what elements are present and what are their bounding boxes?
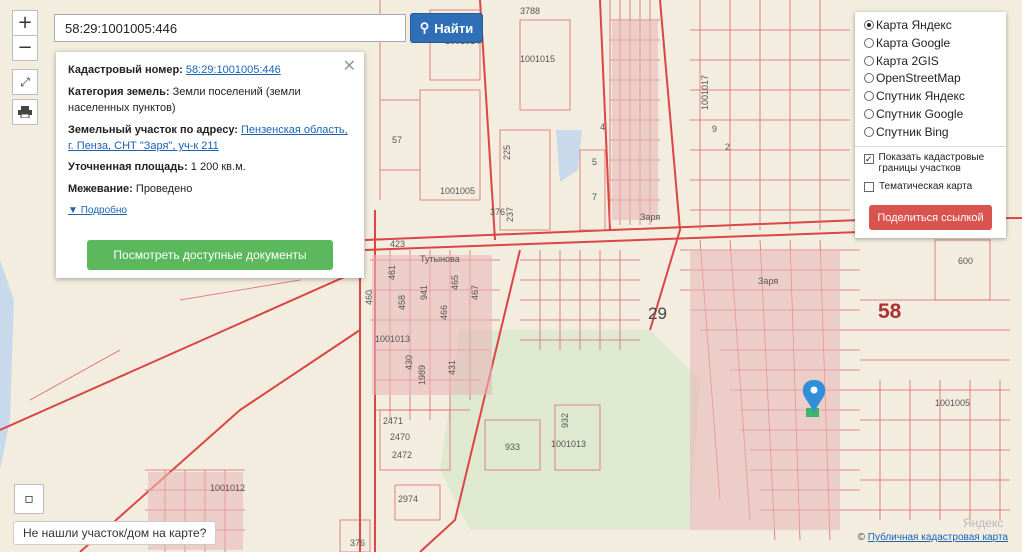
survey-value: Проведено (135, 183, 193, 195)
svg-text:466: 466 (439, 305, 449, 320)
svg-text:1989: 1989 (417, 365, 427, 385)
share-link-button[interactable]: Поделиться ссылкой (869, 205, 992, 230)
svg-text:2974: 2974 (398, 494, 418, 504)
zoom-in-button[interactable]: + (12, 10, 38, 36)
layer-bing-satellite[interactable]: Спутник Bing (864, 125, 949, 139)
not-found-help-button[interactable]: Не нашли участок/дом на карте? (13, 521, 217, 545)
checkbox-icon (864, 181, 874, 192)
svg-text:430: 430 (404, 355, 414, 370)
svg-text:57: 57 (392, 135, 402, 145)
thematic-map-checkbox[interactable]: Тематическая карта (864, 181, 972, 192)
svg-text:1001017: 1001017 (700, 75, 710, 110)
svg-text:Тутынова: Тутынова (420, 254, 460, 264)
svg-text:932: 932 (560, 413, 570, 428)
radio-icon (864, 56, 874, 66)
zoom-out-button[interactable]: − (12, 35, 38, 61)
svg-text:29: 29 (648, 304, 667, 323)
search-input[interactable] (54, 14, 406, 42)
svg-text:3788: 3788 (520, 6, 540, 16)
svg-text:7: 7 (592, 192, 597, 202)
radio-icon (864, 109, 874, 119)
svg-text:5: 5 (592, 157, 597, 167)
show-borders-checkbox[interactable]: ✓ Показать кадастровые границы участков (864, 152, 1000, 174)
area-label: Уточненная площадь: (68, 161, 188, 173)
fullscreen-icon[interactable]: ⤢ (12, 69, 38, 95)
map-attribution: © Публичная кадастровая карта (857, 532, 1008, 543)
survey-label: Межевание: (68, 183, 133, 195)
radio-icon (864, 38, 874, 48)
svg-text:933: 933 (505, 442, 520, 452)
svg-text:1001005: 1001005 (935, 398, 970, 408)
triangle-down-icon: ▼ (68, 205, 78, 216)
cad-number-label: Кадастровый номер: (68, 64, 183, 76)
radio-icon (864, 127, 874, 137)
svg-text:2: 2 (725, 142, 730, 152)
address-label: Земельный участок по адресу: (68, 124, 238, 136)
svg-text:600: 600 (958, 256, 973, 266)
layer-yandex-satellite[interactable]: Спутник Яндекс (864, 89, 965, 103)
svg-text:376: 376 (490, 207, 505, 217)
category-label: Категория земель: (68, 86, 170, 98)
svg-text:460: 460 (364, 290, 374, 305)
legend-book-icon[interactable]: ▫ (14, 484, 44, 514)
divider (855, 146, 1006, 147)
parcel-info-popup: ✕ Кадастровый номер: 58:29:1001005:446 К… (56, 52, 364, 278)
svg-text:467: 467 (470, 285, 480, 300)
search-icon: ⚲ (419, 20, 430, 35)
layer-google-satellite[interactable]: Спутник Google (864, 107, 963, 121)
area-value: 1 200 кв.м. (190, 161, 246, 173)
svg-text:465: 465 (450, 275, 460, 290)
svg-text:941: 941 (419, 285, 429, 300)
layer-google-map[interactable]: Карта Google (864, 36, 950, 50)
search-button[interactable]: ⚲ Найти (410, 13, 483, 43)
svg-text:376: 376 (350, 538, 365, 548)
print-icon[interactable] (12, 99, 38, 125)
svg-text:2470: 2470 (390, 432, 410, 442)
view-documents-button[interactable]: Посмотреть доступные документы (87, 240, 333, 270)
svg-text:458: 458 (397, 295, 407, 310)
svg-text:9: 9 (712, 124, 717, 134)
layer-yandex-map[interactable]: Карта Яндекс (864, 18, 952, 32)
attribution-link[interactable]: Публичная кадастровая карта (868, 532, 1008, 543)
yandex-logo: Яндекс (963, 516, 1004, 530)
svg-text:1001005: 1001005 (440, 186, 475, 196)
svg-text:225: 225 (502, 145, 512, 160)
radio-icon (864, 91, 874, 101)
svg-text:1001012: 1001012 (210, 483, 245, 493)
svg-text:1001013: 1001013 (551, 439, 586, 449)
svg-text:4: 4 (600, 122, 605, 132)
svg-text:58: 58 (878, 300, 902, 323)
svg-text:237: 237 (505, 207, 515, 222)
details-link[interactable]: ▼ Подробно (68, 205, 127, 216)
checkbox-checked-icon: ✓ (864, 154, 874, 164)
svg-text:2472: 2472 (392, 450, 412, 460)
layer-osm[interactable]: OpenStreetMap (864, 71, 961, 85)
svg-text:431: 431 (447, 360, 457, 375)
svg-text:423: 423 (390, 239, 405, 249)
cad-number-link[interactable]: 58:29:1001005:446 (186, 64, 281, 76)
svg-text:Заря: Заря (758, 276, 778, 286)
svg-text:1001015: 1001015 (520, 54, 555, 64)
radio-icon (864, 20, 874, 30)
layer-2gis-map[interactable]: Карта 2GIS (864, 54, 939, 68)
svg-text:Заря: Заря (640, 212, 660, 222)
svg-text:2471: 2471 (383, 416, 403, 426)
map-layers-panel: Карта Яндекс Карта Google Карта 2GIS Ope… (855, 12, 1006, 238)
svg-text:1001013: 1001013 (375, 334, 410, 344)
radio-icon (864, 73, 874, 83)
svg-text:461: 461 (387, 265, 397, 280)
